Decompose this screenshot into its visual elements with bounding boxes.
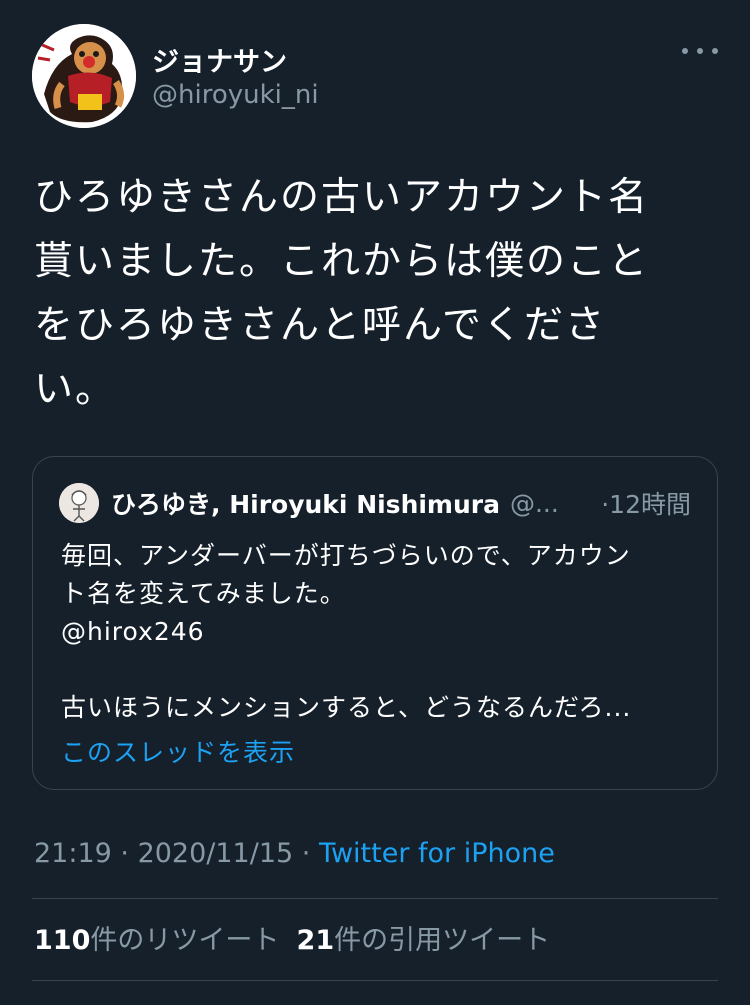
tweet-time: 21:19 — [34, 838, 112, 869]
quoted-tweet-time: ·12時間 — [601, 490, 691, 519]
engagement-stats: 110件のリツイート 21件の引用ツイート — [34, 918, 550, 957]
quoted-avatar-illustration-icon — [59, 483, 99, 523]
tweet-date: 2020/11/15 — [137, 838, 294, 869]
more-horizontal-icon — [682, 48, 688, 54]
meta-separator: · — [111, 838, 138, 869]
quoted-tweet-card[interactable]: ひろゆき, Hiroyuki Nishimura @... ·12時間 毎回、ア… — [32, 456, 718, 790]
quoted-author-handle[interactable]: @... — [510, 489, 559, 518]
author-display-name[interactable]: ジョナサン — [152, 40, 287, 79]
divider — [32, 898, 718, 899]
tweet-source-link[interactable]: Twitter for iPhone — [319, 838, 555, 869]
tweet-text: ひろゆきさんの古いアカウント名 貰いました。これからは僕のこと をひろゆきさんと… — [34, 175, 650, 412]
retweets-label: 件のリツイート — [90, 925, 280, 956]
quoted-tweet-header: ひろゆき, Hiroyuki Nishimura @... ·12時間 — [111, 485, 691, 521]
quote-tweets-stat[interactable]: 21件の引用ツイート — [297, 925, 551, 956]
more-options-button[interactable] — [678, 36, 722, 66]
tweet-metadata: 21:19 · 2020/11/15 · Twitter for iPhone — [34, 838, 555, 869]
quote-tweets-label: 件の引用ツイート — [334, 925, 551, 956]
retweets-stat[interactable]: 110件のリツイート — [34, 925, 279, 956]
user-avatar[interactable] — [32, 24, 136, 128]
more-horizontal-icon-dot — [712, 48, 718, 54]
divider — [32, 980, 718, 981]
more-horizontal-icon-dot — [697, 48, 703, 54]
tweet-header: ジョナサン @hiroyuki_ni — [32, 24, 722, 128]
author-handle[interactable]: @hiroyuki_ni — [152, 80, 319, 110]
avatar-illustration-icon — [32, 24, 136, 128]
quoted-tweet-text: 毎回、アンダーバーが打ちづらいので、アカウン ト名を変えてみました。 @hiro… — [61, 541, 632, 722]
meta-separator: · — [293, 838, 319, 869]
retweets-count: 110 — [34, 925, 91, 956]
show-thread-link[interactable]: このスレッドを表示 — [61, 733, 295, 769]
quoted-user-avatar — [59, 483, 99, 523]
tweet-detail-page: ジョナサン @hiroyuki_ni ひろゆきさんの古いアカウント名 貰いました… — [0, 0, 750, 1005]
quoted-author-name[interactable]: ひろゆき, Hiroyuki Nishimura — [111, 485, 500, 521]
quote-tweets-count: 21 — [296, 925, 335, 956]
